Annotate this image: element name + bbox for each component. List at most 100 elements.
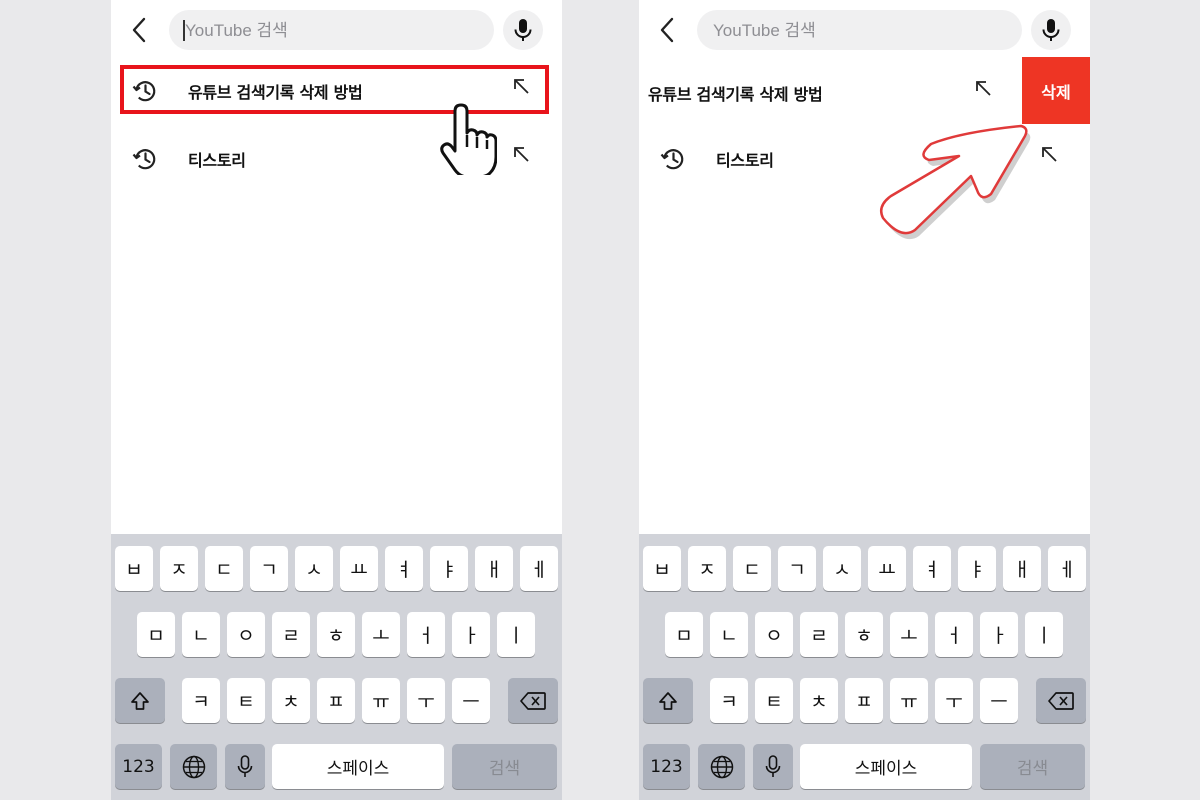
key[interactable]: ㅏ — [452, 612, 490, 657]
history-item[interactable]: 티스토리 — [111, 125, 562, 191]
key[interactable]: ㄹ — [272, 612, 310, 657]
key[interactable]: ㅅ — [823, 546, 861, 591]
key[interactable]: ㄱ — [250, 546, 288, 591]
voice-search-button[interactable] — [1031, 10, 1071, 50]
key[interactable]: ㅣ — [497, 612, 535, 657]
key[interactable]: ㅈ — [160, 546, 198, 591]
key[interactable]: ㄱ — [778, 546, 816, 591]
key[interactable]: ㅛ — [868, 546, 906, 591]
key[interactable]: ㅜ — [407, 678, 445, 723]
backspace-key[interactable] — [1036, 678, 1086, 723]
key[interactable]: ㅎ — [317, 612, 355, 657]
key[interactable]: ㅂ — [115, 546, 153, 591]
key[interactable]: ㅌ — [755, 678, 793, 723]
key[interactable]: ㅓ — [407, 612, 445, 657]
key[interactable]: ㅁ — [665, 612, 703, 657]
search-key[interactable]: 검색 — [980, 744, 1085, 789]
key[interactable]: ㅗ — [362, 612, 400, 657]
key[interactable]: ㄴ — [710, 612, 748, 657]
shift-key[interactable] — [115, 678, 165, 723]
key[interactable]: ㅔ — [520, 546, 558, 591]
globe-key[interactable] — [698, 744, 745, 789]
key[interactable]: ㅏ — [980, 612, 1018, 657]
back-button[interactable] — [129, 14, 153, 46]
key[interactable]: ㅅ — [295, 546, 333, 591]
backspace-key[interactable] — [508, 678, 558, 723]
history-item-label: 유튜브 검색기록 삭제 방법 — [188, 83, 363, 102]
search-input[interactable] — [711, 10, 1015, 52]
key[interactable]: ㅐ — [1003, 546, 1041, 591]
history-clock-icon — [132, 149, 156, 170]
key[interactable]: ㅌ — [227, 678, 265, 723]
key[interactable]: ㄷ — [205, 546, 243, 591]
key[interactable]: ㅠ — [362, 678, 400, 723]
fill-search-arrow-icon[interactable] — [973, 78, 995, 100]
key[interactable]: ㄴ — [182, 612, 220, 657]
key[interactable]: ㅎ — [845, 612, 883, 657]
key[interactable]: ㅈ — [688, 546, 726, 591]
history-item-label: 유튜브 검색기록 삭제 방법 — [648, 85, 823, 104]
fill-search-arrow-icon[interactable] — [511, 144, 533, 166]
key[interactable]: ㄷ — [733, 546, 771, 591]
search-box[interactable] — [169, 10, 494, 52]
key[interactable]: ㅑ — [430, 546, 468, 591]
key[interactable]: ㅂ — [643, 546, 681, 591]
key[interactable]: ㄹ — [800, 612, 838, 657]
key[interactable]: ㅇ — [755, 612, 793, 657]
microphone-icon — [765, 754, 781, 777]
space-key[interactable]: 스페이스 — [800, 744, 972, 789]
key[interactable]: ㅡ — [980, 678, 1018, 723]
voice-search-button[interactable] — [503, 10, 543, 50]
key[interactable]: ㅔ — [1048, 546, 1086, 591]
microphone-icon — [514, 19, 532, 41]
key[interactable]: ㅋ — [710, 678, 748, 723]
globe-key[interactable] — [170, 744, 217, 789]
globe-icon — [710, 755, 733, 778]
search-box[interactable] — [697, 10, 1022, 52]
search-input[interactable] — [183, 10, 487, 52]
numbers-key[interactable]: 123 — [115, 744, 162, 789]
key[interactable]: ㅐ — [475, 546, 513, 591]
history-item-label: 티스토리 — [188, 151, 246, 170]
search-header — [639, 0, 1090, 60]
history-item[interactable]: 티스토리 — [639, 125, 1090, 191]
back-button[interactable] — [657, 14, 681, 46]
phone-screen-before: 유튜브 검색기록 삭제 방법 티스토리 ㅂ ㅈ ㄷ ㄱ ㅅ ㅛ — [111, 0, 562, 800]
search-key[interactable]: 검색 — [452, 744, 557, 789]
fill-search-arrow-icon[interactable] — [511, 76, 533, 98]
shift-arrow-icon — [131, 691, 149, 710]
globe-icon — [182, 755, 205, 778]
history-clock-icon — [132, 81, 156, 102]
delete-button[interactable]: 삭제 — [1022, 57, 1090, 124]
korean-keyboard: ㅂ ㅈ ㄷ ㄱ ㅅ ㅛ ㅕ ㅑ ㅐ ㅔ ㅁ ㄴ ㅇ ㄹ ㅎ ㅗ ㅓ ㅏ ㅣ ㅋ … — [639, 534, 1090, 800]
key[interactable]: ㅡ — [452, 678, 490, 723]
key[interactable]: ㅑ — [958, 546, 996, 591]
key[interactable]: ㅇ — [227, 612, 265, 657]
history-item[interactable]: 유튜브 검색기록 삭제 방법 — [111, 57, 562, 123]
shift-key[interactable] — [643, 678, 693, 723]
numbers-key[interactable]: 123 — [643, 744, 690, 789]
chevron-left-icon — [660, 17, 674, 43]
dictation-key[interactable] — [225, 744, 265, 789]
history-item-swiped[interactable]: 유튜브 검색기록 삭제 방법 삭제 — [639, 57, 1090, 124]
key[interactable]: ㅊ — [800, 678, 838, 723]
key[interactable]: ㅗ — [890, 612, 928, 657]
key[interactable]: ㅛ — [340, 546, 378, 591]
key[interactable]: ㅊ — [272, 678, 310, 723]
history-clock-icon — [660, 149, 684, 170]
key[interactable]: ㅕ — [913, 546, 951, 591]
key[interactable]: ㅁ — [137, 612, 175, 657]
key[interactable]: ㅜ — [935, 678, 973, 723]
key[interactable]: ㅣ — [1025, 612, 1063, 657]
dictation-key[interactable] — [753, 744, 793, 789]
fill-search-arrow-icon[interactable] — [1039, 144, 1061, 166]
key[interactable]: ㅠ — [890, 678, 928, 723]
key[interactable]: ㅍ — [845, 678, 883, 723]
space-key[interactable]: 스페이스 — [272, 744, 444, 789]
microphone-icon — [1042, 19, 1060, 41]
key[interactable]: ㅋ — [182, 678, 220, 723]
phone-screen-after: 유튜브 검색기록 삭제 방법 삭제 티스토리 ㅂ ㅈ ㄷ ㄱ ㅅ ㅛ — [639, 0, 1090, 800]
key[interactable]: ㅓ — [935, 612, 973, 657]
key[interactable]: ㅍ — [317, 678, 355, 723]
key[interactable]: ㅕ — [385, 546, 423, 591]
